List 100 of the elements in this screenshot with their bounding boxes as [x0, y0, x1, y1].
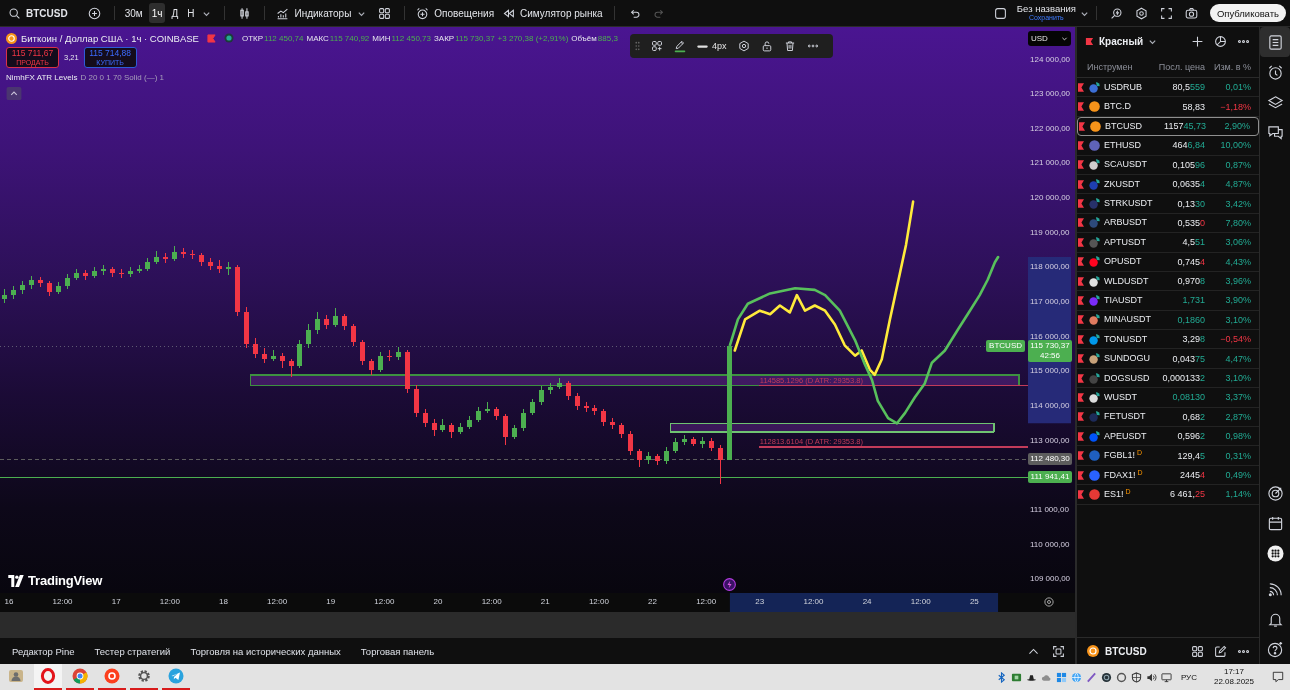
list-selector[interactable]: Красный: [1085, 36, 1158, 47]
timeframe-tab[interactable]: Д: [168, 3, 182, 23]
drag-handle-icon[interactable]: [635, 41, 640, 51]
watchlist-row[interactable]: OPUSDT 0,7454 4,43%: [1077, 252, 1259, 272]
watchlist-row[interactable]: BTCUSD 115745,73 2,90%: [1077, 116, 1259, 137]
watchlist-row[interactable]: DOGSUSD 0,0001332 3,10%: [1077, 368, 1259, 389]
clock-time[interactable]: 17:17: [1223, 667, 1244, 677]
add-objects-icon[interactable]: [651, 40, 663, 52]
line-width-button[interactable]: 4px: [697, 41, 727, 51]
indicators-button[interactable]: Индикаторы: [272, 3, 356, 23]
bluetooth-icon[interactable]: [995, 671, 1007, 683]
disc-icon[interactable]: [1100, 671, 1112, 683]
watchlist-row[interactable]: MINAUSDT 0,1860 3,10%: [1077, 310, 1259, 331]
candle: [521, 408, 526, 432]
search-bolt-icon[interactable]: [1109, 6, 1123, 20]
publish-button[interactable]: Опубликовать: [1209, 4, 1286, 22]
candle: [709, 437, 714, 452]
grid-icon[interactable]: [378, 6, 392, 20]
layout-name[interactable]: Без названия: [1016, 4, 1076, 13]
chip-icon[interactable]: [1010, 671, 1022, 683]
grid-icon[interactable]: [1191, 644, 1204, 658]
symbol-title[interactable]: Биткоин / Доллар США · 1ч · COINBASE: [21, 32, 199, 44]
unlock-icon[interactable]: [760, 40, 773, 52]
pie-chart-icon[interactable]: [1214, 35, 1227, 48]
candle: [432, 418, 437, 437]
camera-icon[interactable]: [1184, 6, 1198, 20]
column-header[interactable]: Изм. в %: [1205, 61, 1251, 72]
watchlist-row[interactable]: APTUSDT 4,551 3,06%: [1077, 233, 1259, 253]
alerts-button[interactable]: Оповещения: [412, 3, 499, 23]
sidebar-button[interactable]: [1260, 27, 1290, 57]
axis-label: 121 000,00: [1030, 158, 1071, 169]
watchlist-row[interactable]: APEUSDT 0,5962 0,98%: [1077, 427, 1259, 447]
change-percent: 2,87%: [1224, 411, 1251, 422]
watchlist-row[interactable]: BTC.D 58,83 −1,18%: [1077, 97, 1259, 117]
clock-date[interactable]: 22.08.2025: [1213, 677, 1254, 687]
axis-label: 124 000,00: [1030, 54, 1071, 65]
time-axis[interactable]: 16 12:00 17 12:00 18 12:00 19 12:00 20 12:00 21 12:00 22 12:00 23 12:00 24 12:00 25: [0, 593, 1075, 612]
taskbar-app[interactable]: [34, 664, 62, 690]
watchlist-row[interactable]: FETUSDT 0,682 2,87%: [1077, 407, 1259, 428]
timeframe-tab[interactable]: 30м: [121, 3, 146, 23]
trash-icon[interactable]: [783, 40, 796, 52]
price-axis[interactable]: [1028, 27, 1075, 593]
candle: [2, 288, 7, 304]
watchlist-row[interactable]: USDRUB 80,5559 0,01%: [1077, 78, 1259, 98]
timeframe-tab[interactable]: Н: [184, 3, 198, 23]
panel-tab[interactable]: Торговая панель: [355, 641, 440, 661]
change-percent: 7,80%: [1224, 217, 1251, 228]
watchlist-row[interactable]: ZKUSDT 0,06354 4,87%: [1077, 174, 1259, 195]
change-percent: 0,49%: [1224, 470, 1251, 480]
candle: [154, 250, 159, 265]
panel-tab[interactable]: Редактор Pine: [7, 641, 80, 661]
disc-logo-icon: [104, 668, 120, 684]
ohlc-label: ЗАКР: [433, 33, 455, 43]
symbol-search-button[interactable]: BTCUSD: [4, 3, 72, 23]
edit-icon[interactable]: [1214, 644, 1227, 658]
plus-circle-icon[interactable]: [87, 6, 101, 20]
lightning-icon[interactable]: [723, 578, 736, 591]
column-header[interactable]: Инструмен: [1077, 61, 1151, 72]
candle: [289, 358, 294, 378]
watchlist-row[interactable]: TONUSDT 3,298 −0,54%: [1077, 330, 1259, 350]
watchlist-row[interactable]: SUNDOGU 0,04375 4,47%: [1077, 349, 1259, 369]
column-header[interactable]: Посл. цена: [1151, 61, 1205, 72]
ring-icon[interactable]: [1115, 671, 1127, 683]
timeframe-tab[interactable]: 1ч: [148, 3, 166, 23]
watchlist-row[interactable]: ES1!$^{D}$ 6 461,25 1,14%: [1077, 485, 1259, 505]
replay-button[interactable]: Симулятор рынка: [498, 3, 607, 23]
watchlist-row[interactable]: ARBUSDT 0,5350 7,80%: [1077, 213, 1259, 234]
fullscreen-icon[interactable]: [1159, 6, 1173, 20]
watchlist-row[interactable]: TIAUSDT 1,731 3,90%: [1077, 291, 1259, 311]
plus-icon[interactable]: [1191, 35, 1204, 48]
currency-select[interactable]: USD: [1028, 31, 1071, 46]
settings-icon[interactable]: [737, 40, 750, 52]
shield-icon[interactable]: [1130, 671, 1142, 683]
watchlist-row[interactable]: FDAX1!$^{D}$ 24454 0,49%: [1077, 465, 1259, 486]
last-price: 0,7454: [1176, 256, 1205, 267]
candle: [360, 339, 365, 366]
watchlist-row[interactable]: WUSDT 0,08130 3,37%: [1077, 388, 1259, 408]
indicator-name[interactable]: NimhFX ATR Levels: [6, 73, 78, 82]
panel-tab[interactable]: Торговля на исторических данных: [185, 641, 346, 661]
notification-icon[interactable]: [1272, 671, 1284, 683]
watchlist-row[interactable]: FGBL1!$^{D}$ 129,45 0,31%: [1077, 446, 1259, 466]
candles-icon[interactable]: [238, 6, 252, 20]
settings-icon[interactable]: [1134, 6, 1148, 20]
restore-icon[interactable]: [1052, 644, 1065, 658]
watchlist-row[interactable]: SCAUSDT 0,10596 0,87%: [1077, 155, 1259, 175]
monitor-icon[interactable]: [1160, 671, 1172, 683]
ohlc-label: МИН: [372, 33, 391, 43]
flag-icon[interactable]: [206, 33, 216, 43]
pencil-icon[interactable]: [674, 39, 686, 53]
pen-icon[interactable]: [1085, 671, 1097, 683]
speaker-icon[interactable]: [1145, 671, 1157, 683]
settings-icon[interactable]: [1043, 596, 1055, 608]
candle: [20, 280, 25, 295]
watchlist-row[interactable]: ETHUSD 4646,84 10,00%: [1077, 136, 1259, 156]
panel-tab[interactable]: Тестер стратегий: [89, 641, 176, 661]
square-icon[interactable]: [993, 6, 1007, 20]
watchlist-row[interactable]: WLDUSDT 0,9708 3,96%: [1077, 271, 1259, 292]
watchlist-row[interactable]: STRKUSDT 0,1330 3,42%: [1077, 194, 1259, 214]
axis-label: 120 000,00: [1030, 193, 1071, 204]
language-indicator[interactable]: РУС: [1180, 672, 1197, 682]
